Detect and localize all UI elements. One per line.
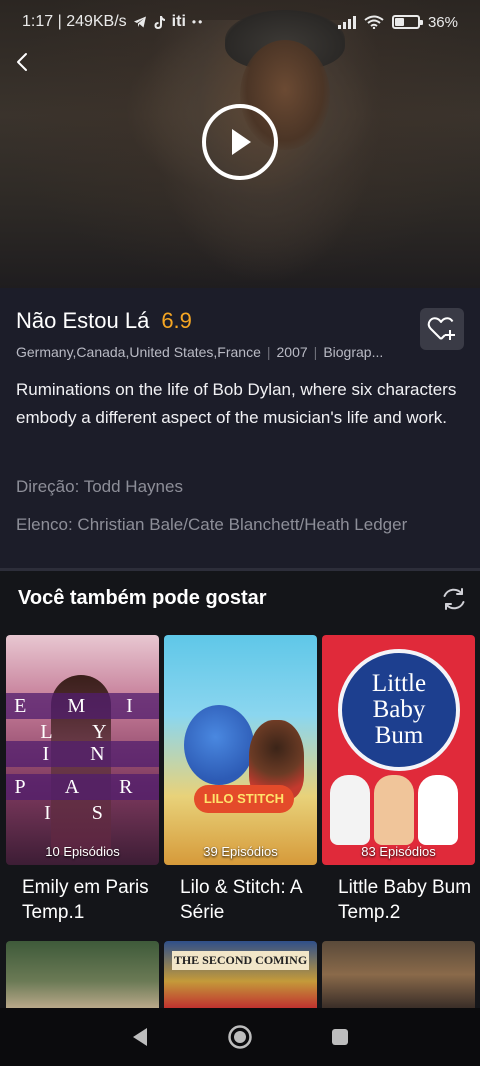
poster-figure — [374, 775, 414, 845]
recommendation-title[interactable]: Lilo & Stitch: A Série — [180, 875, 316, 925]
poster-text: P A R I S — [6, 774, 159, 824]
poster-text: LILO STITCH — [194, 785, 294, 813]
refresh-icon — [443, 588, 465, 610]
recommendation-title[interactable]: Emily em Paris Temp.1 — [22, 875, 158, 925]
poster-logo: Little Baby Bum — [338, 649, 460, 771]
movie-description: Ruminations on the life of Bob Dylan, wh… — [16, 380, 457, 427]
more-dots-icon: •• — [191, 15, 205, 29]
heart-plus-icon — [427, 317, 455, 340]
tiktok-icon — [154, 15, 165, 29]
title-row: Não Estou Lá 6.9 — [16, 308, 192, 334]
status-time: 1:17 | 249KB/s — [22, 13, 127, 30]
play-icon — [232, 129, 251, 155]
play-button[interactable] — [202, 104, 278, 180]
wifi-icon — [364, 15, 384, 29]
square-recents-icon — [332, 1029, 348, 1045]
episode-count: 39 Episódios — [203, 844, 278, 859]
system-nav-bar — [0, 1008, 480, 1066]
carrier-text: iti — [171, 13, 186, 30]
movie-director: Direção: Todd Haynes — [16, 477, 183, 496]
poster-image[interactable]: Little Baby Bum 83 Episódios — [322, 635, 475, 865]
status-bar: 1:17 | 249KB/s iti •• 36% — [0, 0, 480, 44]
recommendation-title[interactable]: Little Baby Bum Temp.2 — [338, 875, 474, 925]
poster-figure — [330, 775, 370, 845]
back-button[interactable] — [10, 48, 34, 76]
poster-image[interactable]: E M I L Y I N P A R I S 10 Episódios — [6, 635, 159, 865]
movie-meta: Germany,Canada,United States,France | 2007… — [16, 344, 416, 360]
movie-genre: Biograp... — [323, 344, 384, 360]
meta-separator: | — [313, 344, 318, 360]
refresh-button[interactable] — [438, 583, 470, 615]
recommendations-heading: Você também pode gostar — [18, 587, 267, 609]
poster-text: Little — [371, 670, 427, 697]
poster-logo-text: Little Baby Bum — [372, 671, 426, 749]
movie-cast: Elenco: Christian Bale/Cate Blanchett/He… — [16, 515, 408, 534]
signal-icon — [337, 15, 356, 29]
poster-text: THE SECOND COMING — [172, 951, 309, 970]
video-hero[interactable]: 1:17 | 249KB/s iti •• 36% — [0, 0, 480, 288]
poster-text: E M I L Y — [6, 693, 159, 743]
movie-rating: 6.9 — [161, 308, 192, 333]
poster-text: Baby — [372, 696, 426, 723]
battery-fill — [394, 18, 404, 26]
poster-text: I N — [6, 741, 159, 767]
movie-countries: Germany,Canada,United States,France — [16, 344, 261, 360]
battery-icon — [391, 15, 423, 29]
triangle-back-icon — [133, 1028, 147, 1046]
battery-percent: 36% — [427, 13, 458, 31]
meta-separator: | — [266, 344, 271, 360]
nav-home-button[interactable] — [220, 1017, 260, 1057]
movie-info: Não Estou Lá 6.9 Germany,Canada,United S… — [0, 288, 480, 568]
telegram-icon — [133, 16, 146, 28]
poster-text: Bum — [374, 722, 424, 749]
poster-figure — [184, 705, 254, 785]
poster-figure — [418, 775, 458, 845]
add-favorite-button[interactable] — [420, 308, 464, 350]
nav-recents-button[interactable] — [320, 1017, 360, 1057]
recommendation-card[interactable]: THE SECOND COMING — [164, 941, 317, 1008]
recommendation-card[interactable] — [6, 941, 159, 1008]
nav-back-button[interactable] — [120, 1017, 160, 1057]
recommendations-section: Você também pode gostar E M I L Y I N P … — [0, 571, 480, 1008]
episode-count: 10 Episódios — [45, 844, 120, 859]
chevron-left-icon — [17, 53, 27, 71]
poster-image[interactable]: LILO STITCH 39 Episódios — [164, 635, 317, 865]
movie-title: Não Estou Lá — [16, 308, 150, 333]
episode-count: 83 Episódios — [361, 844, 436, 859]
recommendation-card[interactable] — [322, 941, 475, 1008]
movie-year: 2007 — [276, 344, 308, 360]
home-circle-icon — [228, 1025, 252, 1049]
